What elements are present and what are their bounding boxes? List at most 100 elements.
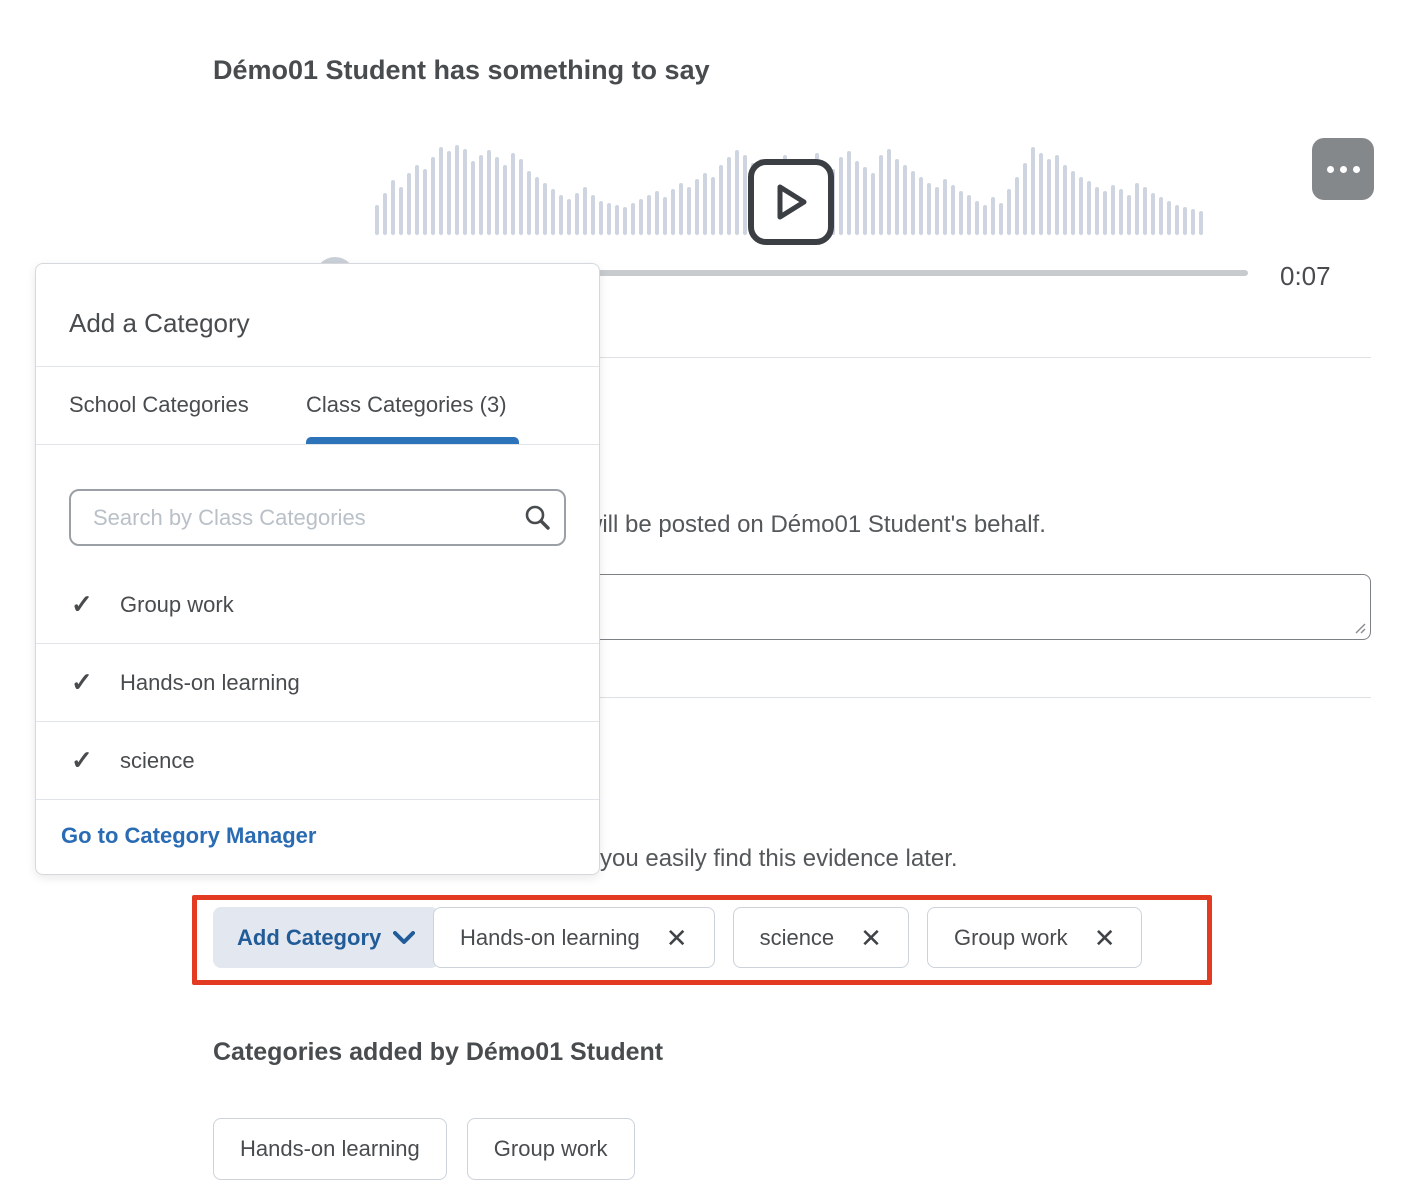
- category-option[interactable]: ✓ science: [36, 722, 599, 800]
- waveform-bar: [431, 157, 435, 235]
- add-category-label: Add Category: [237, 925, 381, 951]
- chip-label: Group work: [494, 1136, 608, 1162]
- waveform-bar: [919, 177, 923, 235]
- popup-divider: [36, 366, 599, 367]
- waveform-bar: [655, 191, 659, 235]
- waveform-bar: [607, 203, 611, 235]
- chip-label: Hands-on learning: [240, 1136, 420, 1162]
- play-icon: [771, 179, 811, 225]
- waveform-bar: [623, 207, 627, 235]
- waveform-bar: [719, 165, 723, 235]
- waveform-bar: [903, 165, 907, 235]
- waveform-bar: [599, 201, 603, 235]
- waveform-bar: [959, 191, 963, 235]
- waveform-bar: [583, 187, 587, 235]
- waveform-bar: [911, 171, 915, 235]
- waveform-bar: [415, 165, 419, 235]
- waveform-bar: [391, 180, 395, 235]
- waveform-bar: [455, 145, 459, 235]
- category-option[interactable]: ✓ Group work: [36, 566, 599, 644]
- waveform-bar: [695, 179, 699, 235]
- waveform-bar: [639, 199, 643, 235]
- category-list: ✓ Group work ✓ Hands-on learning ✓ scien…: [36, 566, 599, 800]
- chip-label: Group work: [954, 925, 1068, 951]
- waveform-bar: [703, 173, 707, 235]
- waveform-bar: [871, 173, 875, 235]
- waveform-bar: [879, 155, 883, 235]
- remove-category-button[interactable]: ✕: [1094, 925, 1116, 951]
- remove-category-button[interactable]: ✕: [860, 925, 882, 951]
- waveform-bar: [423, 169, 427, 235]
- waveform-bar: [743, 155, 747, 235]
- waveform-bar: [951, 185, 955, 235]
- waveform-bar: [1191, 209, 1195, 235]
- waveform-bar: [1023, 163, 1027, 235]
- category-chip: science ✕: [733, 907, 909, 968]
- checkmark-icon: ✓: [71, 745, 120, 776]
- waveform-bar: [591, 195, 595, 235]
- waveform-bar: [631, 203, 635, 235]
- waveform-bar: [895, 159, 899, 235]
- waveform-bar: [511, 153, 515, 235]
- add-category-button[interactable]: Add Category: [213, 907, 439, 968]
- category-search: [69, 489, 566, 546]
- student-categories-row: Hands-on learning Group work: [213, 1118, 635, 1180]
- waveform-bar: [991, 197, 995, 235]
- tab-school-categories[interactable]: School Categories: [69, 392, 249, 418]
- waveform-bar: [399, 187, 403, 235]
- waveform-bar: [543, 183, 547, 235]
- chip-label: Hands-on learning: [460, 925, 640, 951]
- remove-category-button[interactable]: ✕: [666, 925, 688, 951]
- waveform-bar: [1183, 207, 1187, 235]
- waveform-bar: [503, 165, 507, 235]
- waveform-bar: [1143, 187, 1147, 235]
- waveform-bar: [1039, 153, 1043, 235]
- waveform-bar: [999, 203, 1003, 235]
- more-options-button[interactable]: [1312, 138, 1374, 200]
- category-option[interactable]: ✓ Hands-on learning: [36, 644, 599, 722]
- waveform-bar: [559, 195, 563, 235]
- waveform-bar: [887, 149, 891, 235]
- page-title: Démo01 Student has something to say: [213, 55, 710, 86]
- tab-class-categories[interactable]: Class Categories (3): [306, 392, 507, 418]
- evidence-helper-text: you easily find this evidence later.: [600, 845, 958, 873]
- waveform-bar: [1087, 181, 1091, 235]
- waveform-bar: [495, 157, 499, 235]
- waveform-bar: [535, 177, 539, 235]
- waveform-bar: [383, 193, 387, 235]
- waveform-bar: [479, 155, 483, 235]
- category-chip: Group work: [467, 1118, 635, 1180]
- play-button[interactable]: [748, 159, 834, 245]
- waveform-bar: [1071, 171, 1075, 235]
- waveform-bar: [647, 195, 651, 235]
- waveform-bar: [1063, 165, 1067, 235]
- category-option-label: Group work: [120, 592, 234, 618]
- waveform-bar: [1055, 155, 1059, 235]
- resize-handle-icon[interactable]: [1352, 620, 1366, 634]
- selected-categories-row: Hands-on learning ✕ science ✕ Group work…: [433, 907, 1142, 968]
- category-chip: Group work ✕: [927, 907, 1143, 968]
- waveform-bar: [1135, 183, 1139, 235]
- waveform-bar: [1167, 201, 1171, 235]
- waveform-bar: [943, 179, 947, 235]
- waveform-bar: [567, 199, 571, 235]
- category-manager-link[interactable]: Go to Category Manager: [61, 823, 316, 849]
- waveform-bar: [527, 171, 531, 235]
- category-chip: Hands-on learning: [213, 1118, 447, 1180]
- waveform-bar: [839, 157, 843, 235]
- category-option-label: science: [120, 748, 195, 774]
- waveform-bar: [975, 201, 979, 235]
- portfolio-evidence-page: Démo01 Student has something to say: [0, 0, 1414, 1200]
- waveform-bar: [1103, 191, 1107, 235]
- waveform-bar: [1079, 177, 1083, 235]
- add-category-popup: Add a Category School Categories Class C…: [35, 263, 600, 875]
- chevron-down-icon: [393, 931, 415, 945]
- waveform-bar: [855, 161, 859, 235]
- waveform-bar: [1111, 185, 1115, 235]
- waveform-bar: [1007, 189, 1011, 235]
- waveform-bar: [983, 205, 987, 235]
- search-input[interactable]: [69, 489, 566, 546]
- waveform-bar: [1127, 195, 1131, 235]
- waveform-bar: [439, 147, 443, 235]
- chip-label: science: [760, 925, 835, 951]
